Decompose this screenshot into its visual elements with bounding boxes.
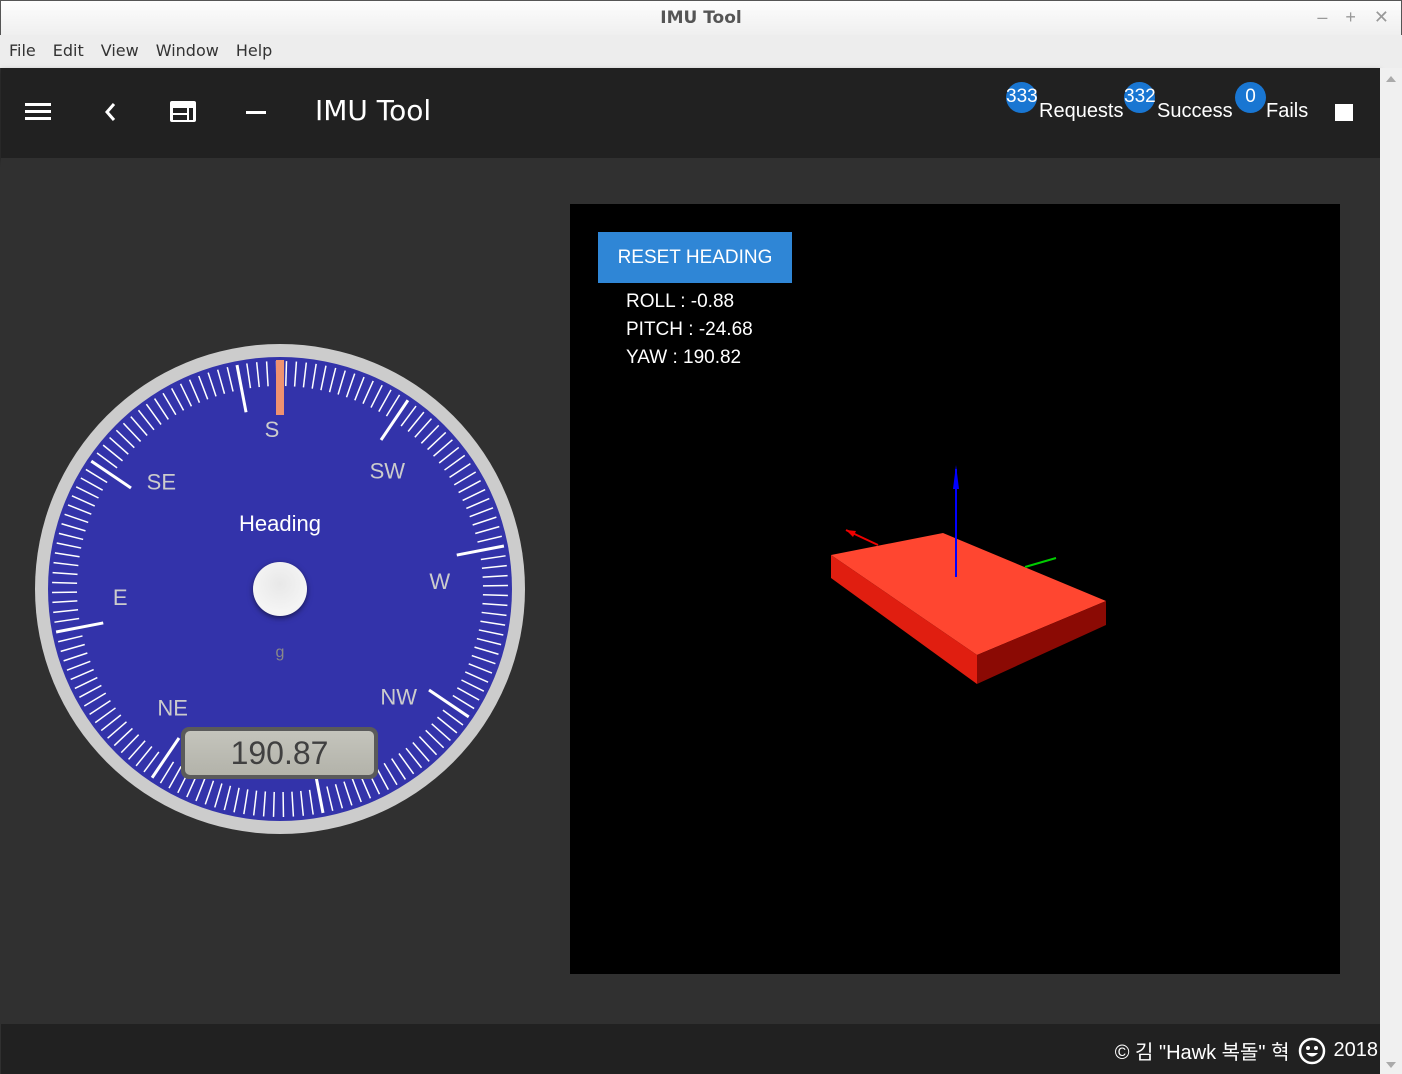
fails-badge: 0 bbox=[1235, 82, 1266, 113]
x-axis-arrow bbox=[846, 530, 856, 537]
y-axis bbox=[1024, 557, 1057, 568]
requests-label: Requests bbox=[1039, 100, 1124, 122]
smiley-icon bbox=[1298, 1037, 1325, 1064]
imu-box-model bbox=[831, 465, 1106, 684]
scrollbar[interactable] bbox=[1380, 68, 1402, 1074]
z-axis-arrow bbox=[953, 465, 959, 489]
direction-label-sw: SW bbox=[370, 458, 406, 483]
scroll-down-icon[interactable] bbox=[1386, 1062, 1396, 1068]
direction-label-s: S bbox=[265, 417, 280, 442]
minor-tick bbox=[285, 361, 288, 387]
footer: © 김 "Hawk 복돌" 혁 2018 bbox=[1, 1024, 1380, 1074]
copyright-year: 2018 bbox=[1333, 1039, 1379, 1061]
heading-value-display: 190.87 bbox=[181, 727, 378, 779]
window-title: IMU Tool bbox=[660, 8, 742, 28]
heading-value: 190.87 bbox=[185, 731, 374, 775]
direction-label-se: SE bbox=[147, 470, 176, 495]
minor-tick bbox=[482, 594, 508, 597]
direction-label-nw: NW bbox=[380, 684, 417, 709]
heading-compass: NNEESESSWWNW Heading g bbox=[35, 344, 525, 834]
compass-unit: g bbox=[276, 644, 285, 661]
heading-needle bbox=[276, 360, 284, 415]
copyright-text: © 김 "Hawk 복돌" 혁 bbox=[1114, 1042, 1290, 1064]
stop-icon[interactable] bbox=[1335, 104, 1353, 121]
success-label: Success bbox=[1157, 100, 1233, 122]
compass-title: Heading bbox=[239, 511, 321, 536]
success-badge: 332 bbox=[1124, 82, 1156, 113]
maximize-window-button[interactable]: + bbox=[1345, 7, 1356, 28]
direction-label-ne: NE bbox=[157, 696, 188, 721]
close-window-button[interactable]: ✕ bbox=[1374, 7, 1389, 28]
direction-label-e: E bbox=[113, 585, 128, 610]
direction-label-w: W bbox=[429, 569, 450, 594]
minimize-window-button[interactable]: – bbox=[1317, 7, 1327, 28]
minor-tick bbox=[272, 791, 275, 817]
requests-badge: 333 bbox=[1006, 82, 1038, 113]
3d-view[interactable]: RESET HEADING ROLL : -0.88 PITCH : -24.6… bbox=[570, 204, 1340, 974]
minor-tick bbox=[52, 581, 78, 584]
scroll-up-icon[interactable] bbox=[1386, 76, 1396, 82]
fails-label: Fails bbox=[1266, 100, 1309, 122]
compass-knob bbox=[253, 562, 307, 616]
